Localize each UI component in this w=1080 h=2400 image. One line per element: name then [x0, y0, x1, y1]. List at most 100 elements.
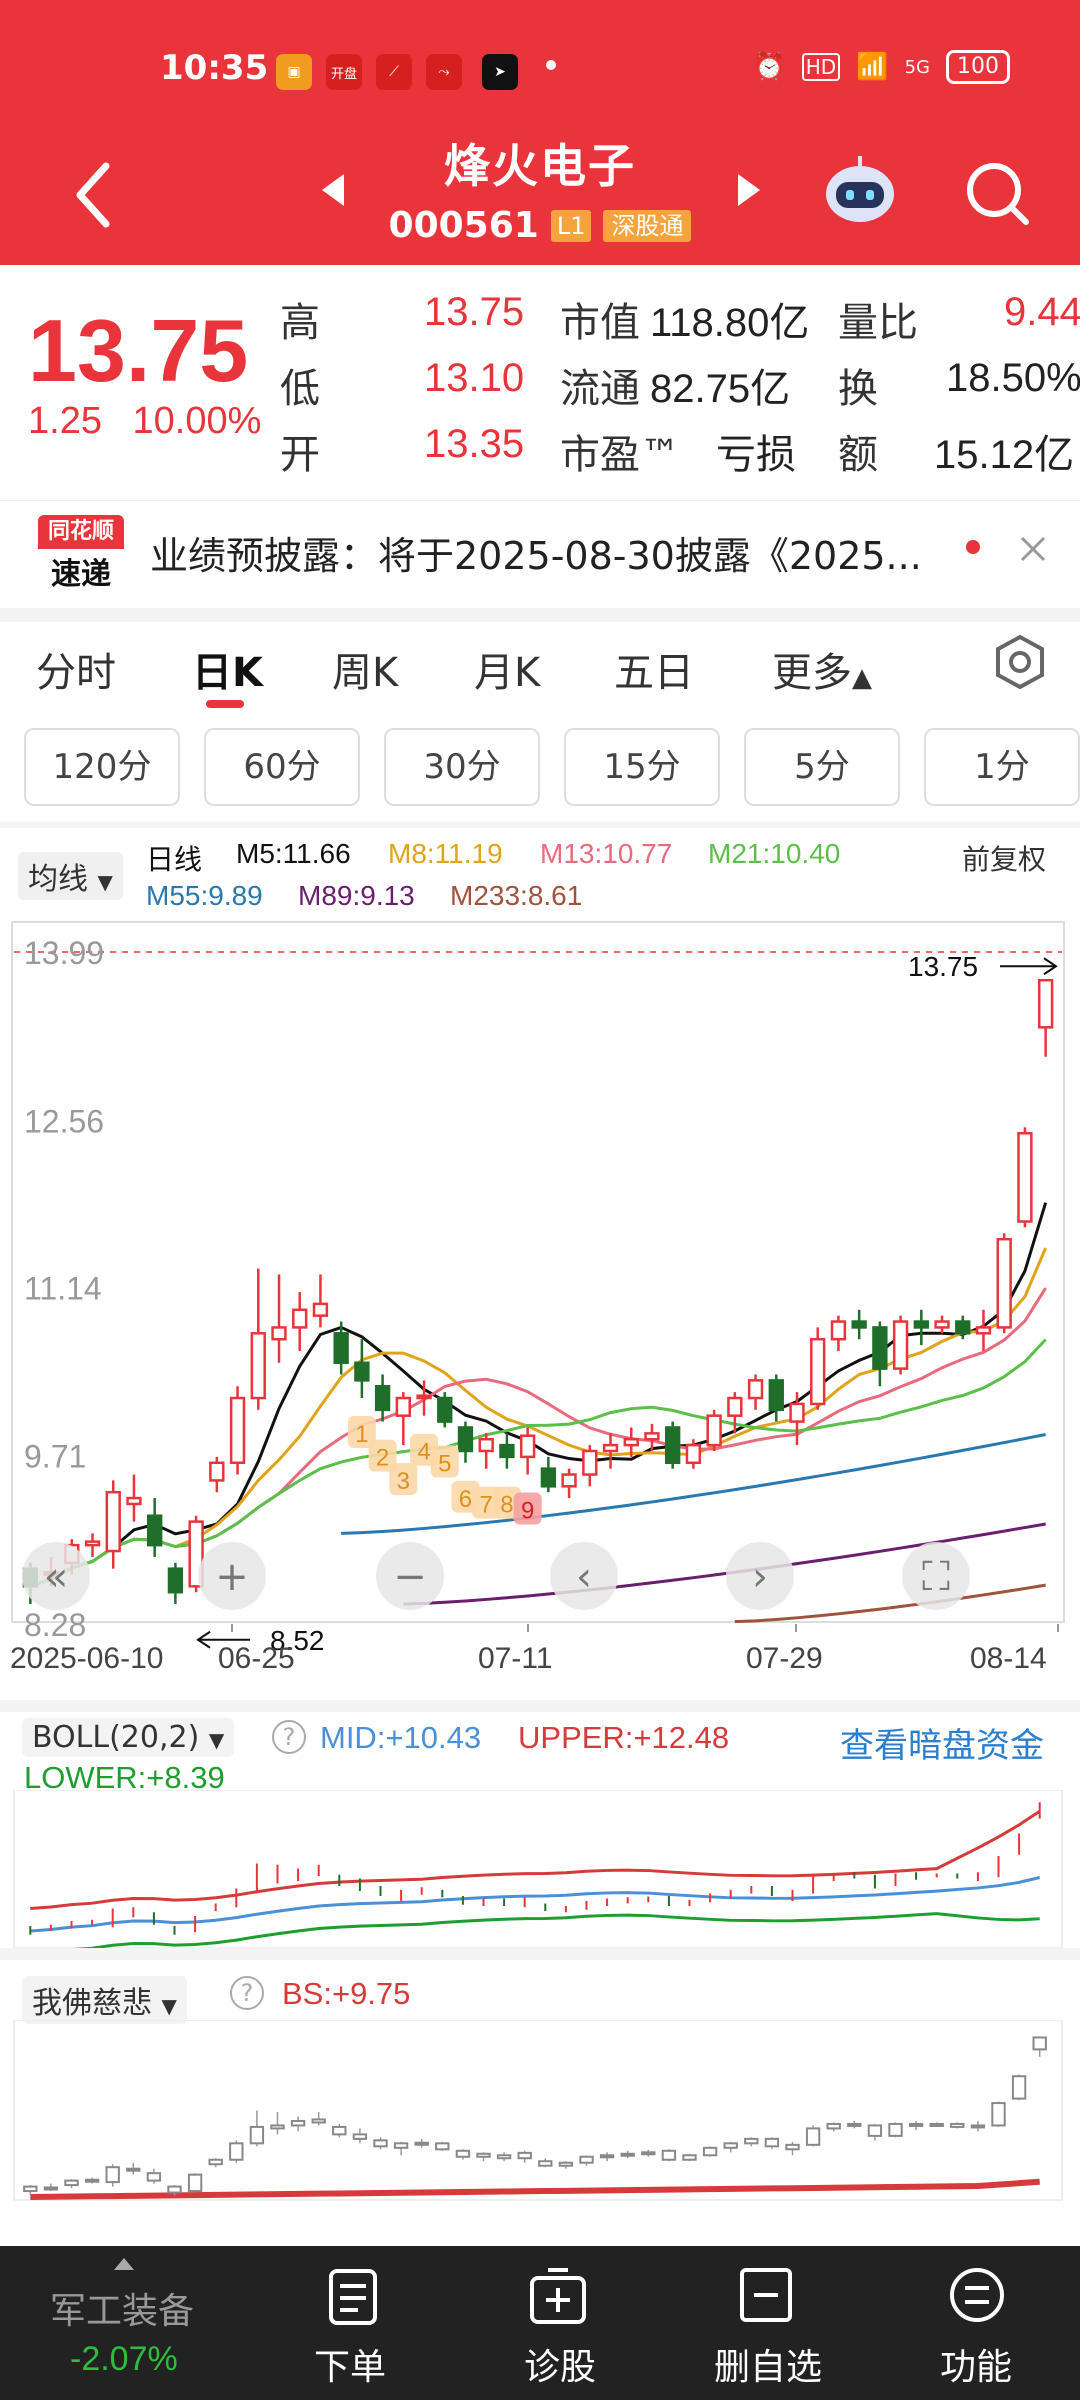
candle-body	[892, 1320, 909, 1370]
candle-body	[457, 1426, 474, 1453]
indicator-bar	[332, 2125, 347, 2136]
ma-legend-m89: M89:9.13	[298, 880, 415, 911]
indicator-bar	[826, 2122, 841, 2130]
indicator-bar	[373, 2139, 388, 2148]
quote-label-volratio: 量比	[838, 300, 918, 346]
indicator-bar	[538, 2160, 553, 2167]
boll-dropdown[interactable]: BOLL(20,2) ▼	[22, 1718, 235, 1757]
candle-body	[1017, 1131, 1033, 1223]
quote-label-pe: 市盈™	[560, 432, 680, 478]
indicator-bar	[991, 2102, 1006, 2127]
indicator-bar	[352, 2133, 368, 2140]
help-icon[interactable]: ?	[230, 1976, 264, 2010]
divider	[0, 822, 1080, 828]
next-stock-icon[interactable]	[734, 170, 764, 210]
adjust-mode[interactable]: 前复权	[962, 838, 1046, 878]
indicator-bar	[805, 2127, 821, 2146]
indicator-bar	[950, 2122, 965, 2128]
indicator-bar	[682, 2154, 697, 2161]
tab-five-day[interactable]: 五日	[614, 640, 694, 698]
boll-frame	[13, 1790, 1063, 1949]
quote-value-turnover: 18.50%	[946, 356, 1080, 400]
minute-button-5[interactable]: 5分	[744, 728, 900, 806]
candle-body	[519, 1434, 536, 1459]
nav-order[interactable]: 下单	[314, 2338, 386, 2390]
indicator-bar	[249, 2125, 265, 2145]
high-marker-label: 13.75	[908, 951, 978, 982]
candle-body	[582, 1449, 598, 1476]
indicator-bar	[723, 2142, 738, 2149]
nav-diagnose[interactable]: 诊股	[524, 2338, 596, 2390]
indicator-bar	[126, 2167, 141, 2172]
candle-body	[437, 1396, 453, 1423]
candle-body	[84, 1540, 101, 1547]
td-marker-label: 1	[355, 1421, 368, 1448]
indicator-bar	[43, 2186, 59, 2191]
kline-chart[interactable]: 1234 56 7 8 913.9912.5611.149.718.2813.758.5…	[0, 916, 1080, 1706]
indicator-bar	[785, 2143, 800, 2151]
nav-functions[interactable]: 功能	[940, 2338, 1012, 2390]
quote-label-open: 开	[280, 432, 320, 478]
indicator-bar	[970, 2124, 986, 2129]
boll-mid-line	[30, 1876, 1041, 1933]
quote-label-turnover: 换	[838, 366, 878, 412]
candle-body	[623, 1437, 639, 1447]
app-notification-icon: ▣	[276, 54, 312, 90]
candle-body	[561, 1473, 577, 1488]
news-logo: 同花顺 速递	[38, 515, 124, 592]
tab-weekly-k[interactable]: 周K	[332, 640, 398, 698]
candle-body	[167, 1567, 184, 1594]
boll-upper: UPPER:+12.48	[518, 1720, 730, 1755]
minute-button-30[interactable]: 30分	[384, 728, 540, 806]
candle-body	[747, 1379, 764, 1400]
quote-label-mktcap: 市值	[560, 300, 640, 346]
header-bar: 10:35 ▣ 开盘 ⟋ ⤳ ➤ ⏰ HD 📶 5G 100 烽火电子 0005…	[0, 0, 1080, 265]
candle-body	[665, 1426, 681, 1465]
tab-daily-k[interactable]: 日K	[192, 640, 263, 698]
quote-label-low: 低	[280, 366, 320, 412]
caret-up-icon[interactable]	[112, 2256, 136, 2272]
minute-button-1[interactable]: 1分	[924, 728, 1080, 806]
sector-name[interactable]: 军工装备	[50, 2282, 194, 2334]
candle-body	[644, 1432, 660, 1441]
tab-monthly-k[interactable]: 月K	[474, 640, 540, 698]
status-time: 10:35	[160, 48, 269, 88]
quote-value-float: 82.75亿	[650, 367, 791, 411]
candle-body	[374, 1385, 391, 1412]
candle-body	[913, 1320, 929, 1329]
candle-body	[478, 1437, 494, 1453]
minute-button-120[interactable]: 120分	[24, 728, 180, 806]
candle-body	[810, 1337, 826, 1406]
x-tick-label: 06-25	[218, 1642, 295, 1675]
indicator-bar	[744, 2137, 759, 2145]
indicator-chart[interactable]	[0, 2020, 1080, 2204]
search-icon[interactable]	[962, 160, 1032, 230]
tab-more[interactable]: 更多▲	[772, 640, 872, 698]
candle-body	[395, 1396, 411, 1417]
indicator-bar	[455, 2149, 471, 2158]
settings-icon[interactable]	[992, 634, 1048, 690]
x-tick-label: 07-11	[478, 1642, 553, 1675]
divider	[0, 1700, 1080, 1712]
indicator-bar	[105, 2166, 120, 2184]
close-icon[interactable]	[1018, 534, 1048, 564]
stock-detail-screen: 10:35 ▣ 开盘 ⟋ ⤳ ➤ ⏰ HD 📶 5G 100 烽火电子 0005…	[0, 0, 1080, 2400]
news-text[interactable]: 业绩预披露：将于2025-08-30披露《2025...	[150, 525, 922, 580]
candle-body	[333, 1332, 349, 1364]
quote-label-float: 流通	[560, 366, 640, 412]
minute-button-60[interactable]: 60分	[204, 728, 360, 806]
ma-dropdown[interactable]: 均线 ▼	[18, 852, 123, 900]
indicator-dropdown[interactable]: 我佛慈悲 ▼	[22, 1976, 187, 2024]
boll-chart[interactable]	[0, 1790, 1080, 1950]
minute-button-15[interactable]: 15分	[564, 728, 720, 806]
robot-assistant-icon[interactable]	[820, 150, 900, 230]
stock-name: 烽火电子	[444, 139, 636, 193]
help-icon[interactable]: ?	[272, 1720, 306, 1754]
dark-pool-link[interactable]: 查看暗盘资金	[840, 1718, 1044, 1767]
td-marker-label: 3	[397, 1468, 410, 1495]
x-tick-label: 2025-06-10	[10, 1642, 163, 1675]
level-tag: L1	[550, 209, 592, 242]
tab-intraday[interactable]: 分时	[36, 640, 116, 698]
nav-remove-watchlist[interactable]: 删自选	[714, 2338, 822, 2390]
indicator-bar	[23, 2185, 38, 2193]
